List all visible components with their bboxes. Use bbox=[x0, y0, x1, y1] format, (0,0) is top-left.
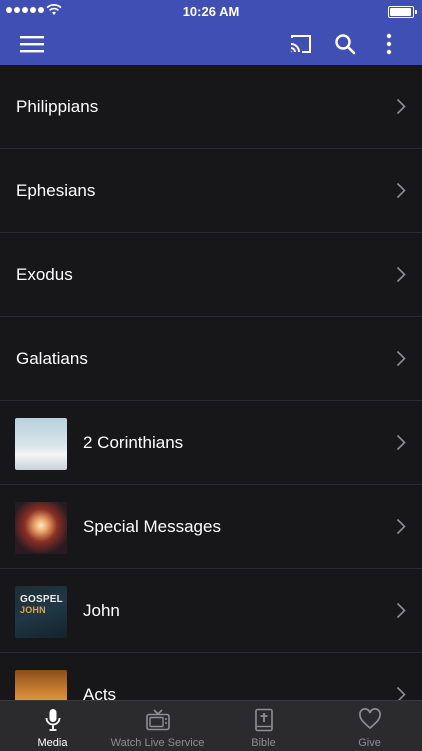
list-item-special-messages[interactable]: Special Messages bbox=[0, 485, 422, 569]
series-thumbnail bbox=[15, 418, 67, 470]
chevron-right-icon bbox=[396, 98, 406, 115]
thumbnail-title-line-2: JOHN bbox=[20, 605, 46, 615]
series-thumbnail bbox=[15, 502, 67, 554]
menu-icon bbox=[20, 35, 44, 52]
tab-label: Bible bbox=[251, 737, 276, 749]
list-item-2-corinthians[interactable]: 2 Corinthians bbox=[0, 401, 422, 485]
chevron-right-icon bbox=[396, 266, 406, 283]
series-list: Philippians Ephesians Exodus Galatians 2… bbox=[0, 65, 422, 700]
list-item-label: Philippians bbox=[16, 96, 99, 116]
thumbnail-title: GOSPEL JOHN bbox=[20, 595, 63, 616]
tab-label: Media bbox=[37, 737, 68, 749]
thumbnail-title-line-1: GOSPEL bbox=[20, 594, 63, 605]
list-item-label: John bbox=[83, 600, 120, 620]
tab-bar: Media Watch Live Service Bible Give bbox=[0, 700, 422, 751]
chevron-right-icon bbox=[396, 434, 406, 451]
more-vertical-icon bbox=[386, 33, 392, 54]
list-item-label: Special Messages bbox=[83, 516, 221, 536]
tab-label: Watch Live Service bbox=[110, 737, 205, 749]
heart-icon bbox=[358, 708, 381, 730]
search-button[interactable] bbox=[330, 22, 360, 65]
app-bar bbox=[0, 22, 422, 65]
list-item-ephesians[interactable]: Ephesians bbox=[0, 149, 422, 233]
list-item-label: Ephesians bbox=[16, 180, 96, 200]
chevron-right-icon bbox=[396, 350, 406, 367]
chevron-right-icon bbox=[396, 602, 406, 619]
list-item-exodus[interactable]: Exodus bbox=[0, 233, 422, 317]
tab-label: Give bbox=[358, 737, 381, 749]
menu-button[interactable] bbox=[14, 22, 50, 65]
chevron-right-icon bbox=[396, 518, 406, 535]
tab-give[interactable]: Give bbox=[317, 701, 422, 751]
list-item-galatians[interactable]: Galatians bbox=[0, 317, 422, 401]
tab-watch-live-service[interactable]: Watch Live Service bbox=[105, 701, 210, 751]
list-item-philippians[interactable]: Philippians bbox=[0, 65, 422, 149]
more-options-button[interactable] bbox=[376, 22, 402, 65]
list-item-label: Exodus bbox=[16, 264, 73, 284]
series-thumbnail bbox=[15, 670, 67, 700]
cast-button[interactable] bbox=[284, 22, 318, 65]
list-item-label: Acts bbox=[83, 684, 117, 701]
cast-icon bbox=[290, 34, 311, 53]
list-item-label: 2 Corinthians bbox=[83, 432, 184, 452]
list-item-label: Galatians bbox=[16, 348, 88, 368]
battery-icon bbox=[388, 6, 417, 18]
bible-icon bbox=[254, 708, 273, 732]
tab-bible[interactable]: Bible bbox=[211, 701, 316, 751]
series-thumbnail: GOSPEL JOHN bbox=[15, 586, 67, 638]
microphone-icon bbox=[45, 709, 60, 731]
chevron-right-icon bbox=[396, 686, 406, 700]
search-icon bbox=[335, 33, 356, 54]
list-item-john[interactable]: GOSPEL JOHN John bbox=[0, 569, 422, 653]
chevron-right-icon bbox=[396, 182, 406, 199]
list-item-acts[interactable]: Acts bbox=[0, 653, 422, 700]
status-time: 10:26 AM bbox=[182, 4, 240, 19]
tv-icon bbox=[145, 709, 170, 731]
tab-media[interactable]: Media bbox=[0, 701, 105, 751]
status-bar: 10:26 AM bbox=[0, 0, 422, 22]
